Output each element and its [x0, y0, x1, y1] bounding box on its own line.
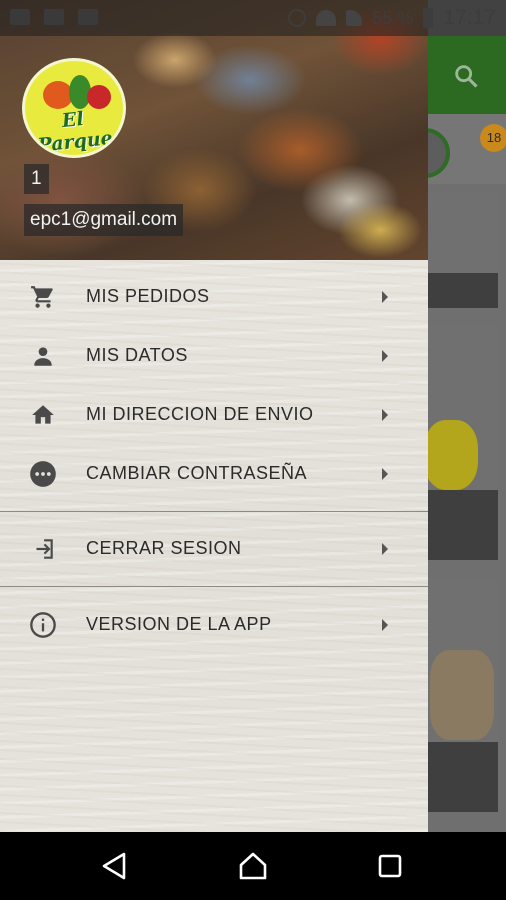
user-number: 1: [24, 164, 49, 194]
signal-icon: [346, 10, 363, 26]
status-bar: 55 % 17:17: [0, 0, 506, 36]
home-nav-icon[interactable]: [237, 850, 269, 882]
menu-item-label: CAMBIAR CONTRASEÑA: [86, 463, 308, 483]
menu-item-label: CERRAR SESION: [86, 538, 242, 558]
battery-percent: 55 %: [372, 7, 414, 28]
menu-item-label: MIS DATOS: [86, 345, 188, 365]
alarm-icon: [288, 9, 307, 27]
search-icon[interactable]: [452, 62, 480, 90]
notification-icon: [10, 9, 30, 25]
background-product-card: [420, 192, 498, 308]
menu-item-label: VERSION DE LA APP: [86, 614, 272, 634]
menu-item-direccion-envio[interactable]: MI DIRECCION DE ENVIO: [0, 385, 428, 444]
logout-icon: [29, 535, 57, 563]
notification-icon: [44, 9, 64, 25]
drawer-menu: MIS PEDIDOS MIS DATOS MI DIRECCION DE EN…: [0, 260, 428, 832]
home-icon: [29, 401, 57, 429]
chevron-right-icon: [380, 542, 390, 556]
menu-item-cerrar-sesion[interactable]: CERRAR SESION: [0, 519, 428, 578]
wifi-icon: [316, 10, 337, 26]
status-time: 17:17: [443, 6, 496, 29]
menu-item-cambiar-contrasena[interactable]: CAMBIAR CONTRASEÑA: [0, 444, 428, 503]
background-fruit-image: [424, 420, 478, 490]
recents-icon[interactable]: [374, 850, 406, 882]
back-icon[interactable]: [98, 850, 130, 882]
chevron-right-icon: [380, 408, 390, 422]
menu-item-version-app[interactable]: VERSION DE LA APP: [0, 595, 428, 654]
chevron-right-icon: [380, 467, 390, 481]
menu-divider: [0, 511, 428, 512]
menu-item-mis-datos[interactable]: MIS DATOS: [0, 326, 428, 385]
cart-icon: [29, 283, 57, 311]
user-email: epc1@gmail.com: [24, 204, 184, 236]
chevron-right-icon: [380, 290, 390, 304]
battery-icon: [423, 8, 434, 28]
menu-item-label: MI DIRECCION DE ENVIO: [86, 404, 314, 424]
drawer-header: El Parque 1 epc1@gmail.com: [0, 0, 428, 260]
background-ginger-image: [430, 650, 494, 740]
cart-count-badge: 18: [480, 124, 506, 152]
menu-item-label: MIS PEDIDOS: [86, 286, 210, 306]
chevron-right-icon: [380, 618, 390, 632]
image-notification-icon: [78, 9, 98, 25]
person-icon: [29, 342, 57, 370]
chevron-right-icon: [380, 349, 390, 363]
menu-item-mis-pedidos[interactable]: MIS PEDIDOS: [0, 267, 428, 326]
menu-divider: [0, 586, 428, 587]
brand-logo: El Parque: [22, 58, 126, 158]
system-navigation-bar: [0, 832, 506, 900]
info-icon: [29, 611, 57, 639]
navigation-drawer: El Parque 1 epc1@gmail.com MIS PEDIDOS M…: [0, 0, 428, 832]
more-dots-icon: [29, 460, 57, 488]
